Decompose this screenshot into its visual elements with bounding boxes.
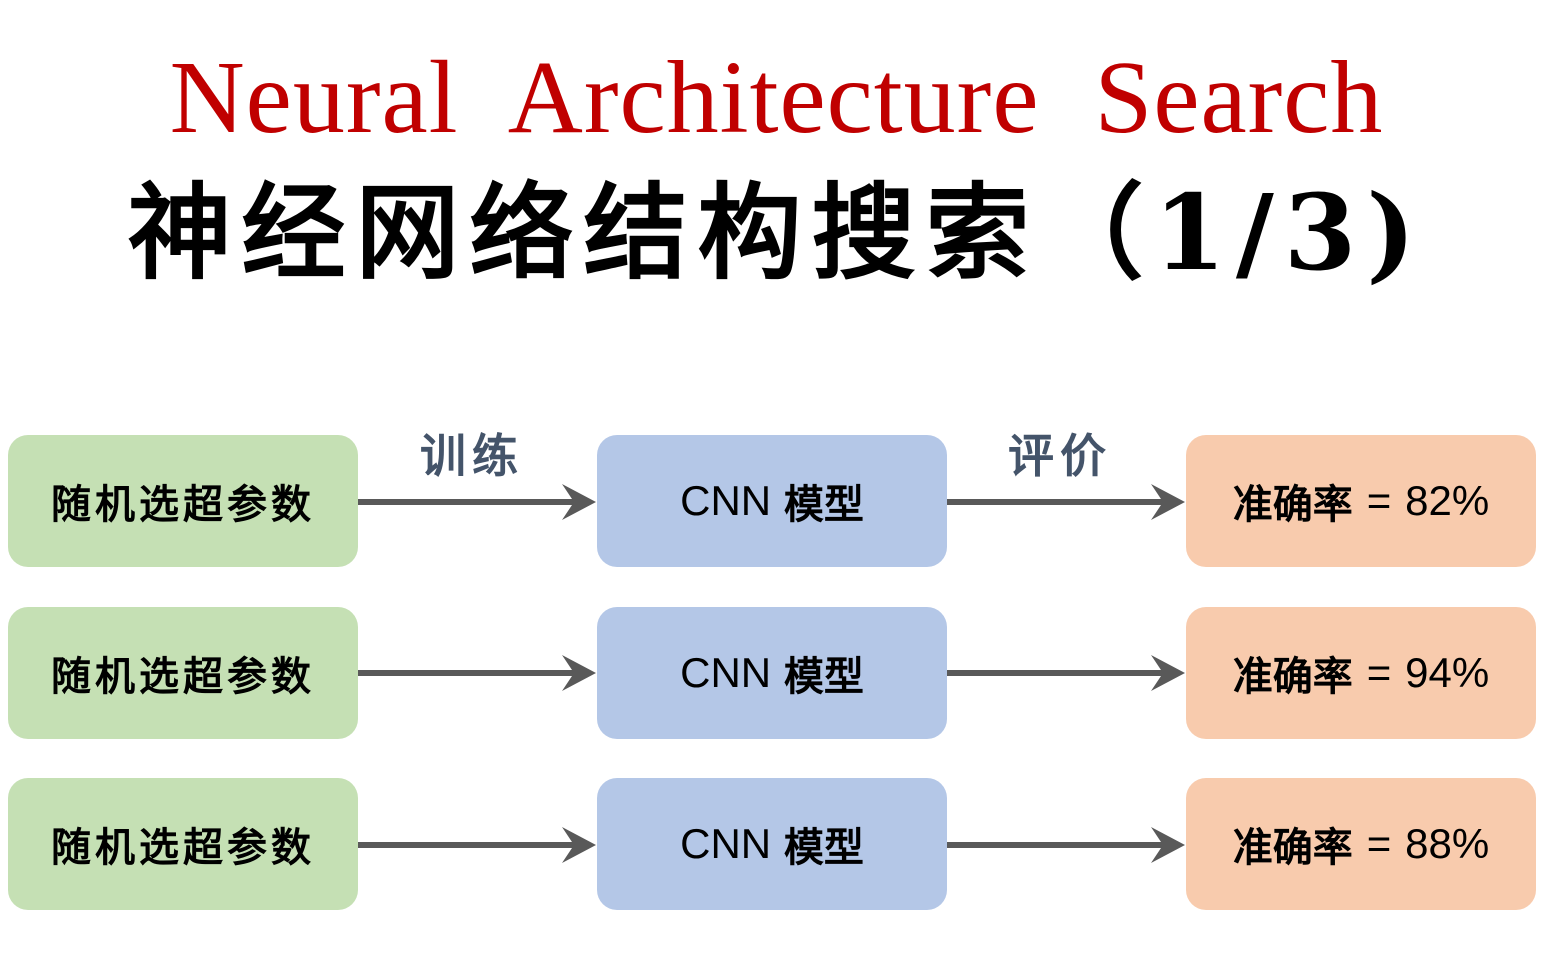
hyperparam-label: 随机选超参数 <box>51 482 315 528</box>
accuracy-label: 准确率 <box>1232 654 1353 700</box>
arrow-right-icon <box>947 827 1185 863</box>
hyperparam-label: 随机选超参数 <box>51 825 315 871</box>
arrow-train-3 <box>358 825 598 865</box>
hyperparam-box-2: 随机选超参数 <box>8 607 358 739</box>
equals-sign: = <box>1366 477 1392 524</box>
model-prefix: CNN <box>680 477 772 524</box>
accuracy-value: 94% <box>1405 649 1490 696</box>
accuracy-box-3: 准确率 = 88% <box>1186 778 1536 910</box>
arrow-train-2 <box>358 653 598 693</box>
model-prefix: CNN <box>680 820 772 867</box>
cnn-model-box-2: CNN 模型 <box>597 607 947 739</box>
cnn-model-box-1: CNN 模型 <box>597 435 947 567</box>
model-label: 模型 <box>783 654 864 700</box>
arrow-right-icon <box>947 484 1185 520</box>
accuracy-label: 准确率 <box>1232 482 1353 528</box>
equals-sign: = <box>1366 649 1392 696</box>
edge-label-evaluate: 评价 <box>1008 429 1112 483</box>
hyperparam-box-3: 随机选超参数 <box>8 778 358 910</box>
hyperparam-box-1: 随机选超参数 <box>8 435 358 567</box>
arrow-evaluate-2 <box>947 653 1187 693</box>
model-label: 模型 <box>783 482 864 528</box>
accuracy-box-2: 准确率 = 94% <box>1186 607 1536 739</box>
hyperparam-label: 随机选超参数 <box>51 654 315 700</box>
accuracy-box-1: 准确率 = 82% <box>1186 435 1536 567</box>
edge-label-train: 训练 <box>420 429 524 483</box>
arrow-evaluate-1 <box>947 482 1187 522</box>
accuracy-value: 88% <box>1405 820 1490 867</box>
arrow-right-icon <box>358 484 596 520</box>
title-english: Neural Architecture Search <box>169 40 1384 155</box>
model-prefix: CNN <box>680 649 772 696</box>
arrow-right-icon <box>358 827 596 863</box>
title-chinese: 神经网络结构搜索（1/3) <box>127 171 1426 294</box>
model-label: 模型 <box>783 825 864 871</box>
arrow-right-icon <box>947 655 1185 691</box>
arrow-train-1 <box>358 482 598 522</box>
cnn-model-box-3: CNN 模型 <box>597 778 947 910</box>
equals-sign: = <box>1366 820 1392 867</box>
accuracy-value: 82% <box>1405 477 1490 524</box>
accuracy-label: 准确率 <box>1232 825 1353 871</box>
arrow-evaluate-3 <box>947 825 1187 865</box>
arrow-right-icon <box>358 655 596 691</box>
